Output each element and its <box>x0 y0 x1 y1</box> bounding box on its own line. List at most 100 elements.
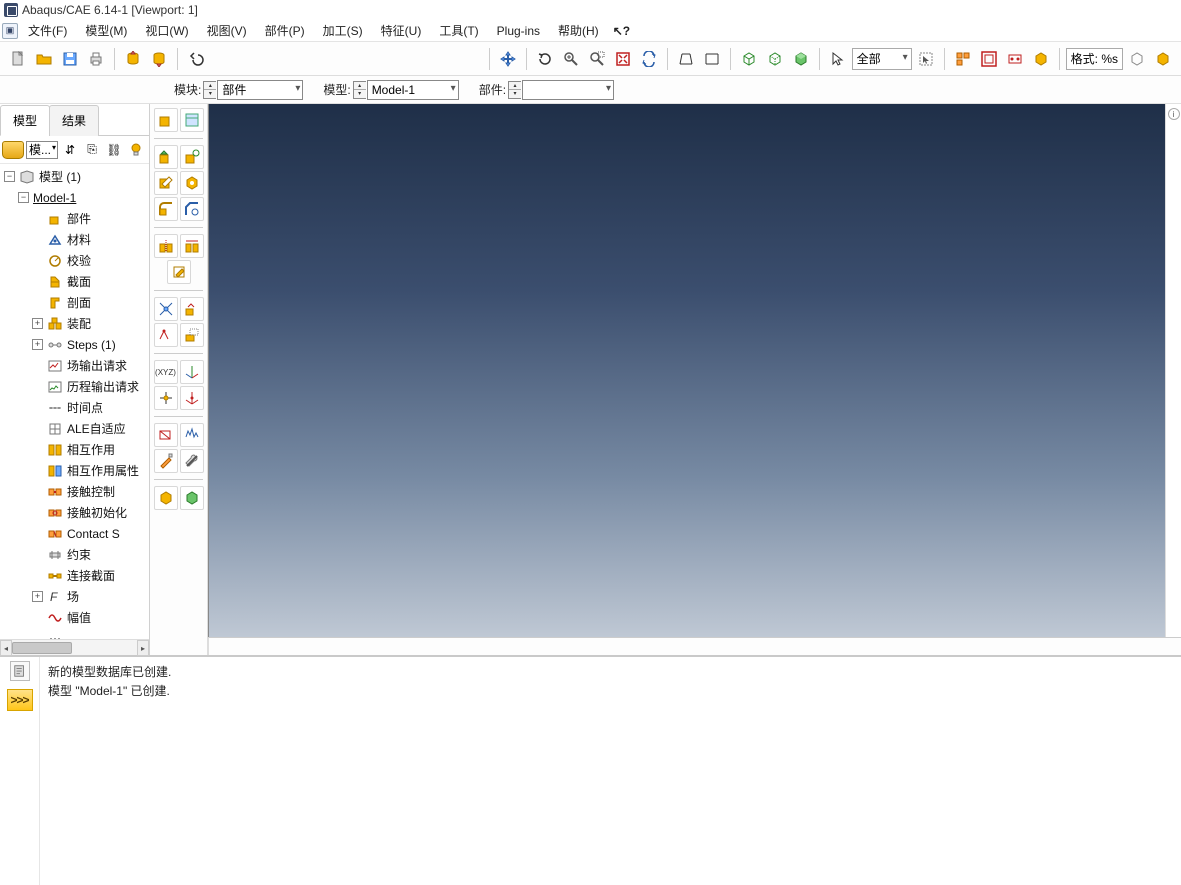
db-down-button[interactable] <box>147 47 171 71</box>
model-tree[interactable]: − 模型 (1) − Model-1 部件材料校验截面剖面+装配+Steps (… <box>0 164 149 639</box>
fit-view-button[interactable] <box>611 47 635 71</box>
color-c-button[interactable] <box>1003 47 1027 71</box>
tp-tools-button[interactable] <box>180 449 204 473</box>
scroll-thumb[interactable] <box>12 642 72 654</box>
select-inside-button[interactable] <box>914 47 938 71</box>
tp-edit-sketch-button[interactable] <box>167 260 191 284</box>
open-button[interactable] <box>32 47 56 71</box>
save-button[interactable] <box>58 47 82 71</box>
scroll-right-icon[interactable]: ▸ <box>137 640 149 656</box>
tree-filter-combo[interactable]: 模... <box>26 141 58 159</box>
info-icon[interactable]: i <box>1168 108 1180 120</box>
menu-shape[interactable]: 加工(S) <box>315 20 371 41</box>
perspective-b-button[interactable] <box>700 47 724 71</box>
tab-model[interactable]: 模型 <box>0 105 50 136</box>
tp-partition-cell-button[interactable] <box>180 297 204 321</box>
menu-help[interactable]: 帮助(H) <box>550 20 607 41</box>
menu-tools[interactable]: 工具(T) <box>431 20 486 41</box>
render-hidden-button[interactable] <box>763 47 787 71</box>
tree-collapse-icon[interactable]: ⇵ <box>60 140 80 160</box>
expander-icon[interactable]: + <box>32 591 43 602</box>
tree-bulb-icon[interactable] <box>126 140 146 160</box>
tp-datum-axis-button[interactable] <box>180 360 204 384</box>
selection-filter-combo[interactable]: 全部 <box>852 48 912 70</box>
tree-item-contacti[interactable]: 接触初始化 <box>4 502 149 523</box>
message-note-icon[interactable] <box>10 661 30 681</box>
tree-h-scrollbar[interactable]: ◂ ▸ <box>0 639 149 655</box>
print-button[interactable] <box>84 47 108 71</box>
tab-results[interactable]: 结果 <box>49 105 99 136</box>
tree-item-intprop[interactable]: 相互作用属性 <box>4 460 149 481</box>
tp-pattern-button[interactable] <box>180 234 204 258</box>
undo-button[interactable] <box>184 47 208 71</box>
tp-repair-button[interactable] <box>180 423 204 447</box>
tp-remove-face-button[interactable] <box>154 423 178 447</box>
iso-cube-b-button[interactable] <box>1151 47 1175 71</box>
tree-nav-icon[interactable]: ⎘ <box>82 140 102 160</box>
expander-icon[interactable]: − <box>18 192 29 203</box>
expander-icon[interactable]: + <box>32 339 43 350</box>
menu-part[interactable]: 部件(P) <box>257 20 313 41</box>
render-shaded-button[interactable] <box>789 47 813 71</box>
tree-root[interactable]: − 模型 (1) <box>4 166 149 187</box>
tp-geometry-edit-button[interactable] <box>154 449 178 473</box>
tree-item-part[interactable]: 部件 <box>4 208 149 229</box>
part-combo[interactable]: ▴▾ <box>522 80 614 100</box>
expander-icon[interactable]: − <box>4 171 15 182</box>
tp-round-button[interactable] <box>154 197 178 221</box>
iso-cube-a-button[interactable] <box>1125 47 1149 71</box>
tp-assembly-button[interactable] <box>154 486 178 510</box>
tree-item-assembly[interactable]: +装配 <box>4 313 149 334</box>
tp-cut-extrude-button[interactable] <box>154 171 178 195</box>
cycle-views-button[interactable] <box>637 47 661 71</box>
message-log[interactable]: 新的模型数据库已创建. 模型 "Model-1" 已创建. <box>40 657 1181 885</box>
tp-partition-face-button[interactable] <box>154 297 178 321</box>
menu-plugins[interactable]: Plug-ins <box>489 22 548 40</box>
color-a-button[interactable] <box>951 47 975 71</box>
tp-partition-edge-button[interactable] <box>154 323 178 347</box>
scroll-left-icon[interactable]: ◂ <box>0 640 12 656</box>
color-b-button[interactable] <box>977 47 1001 71</box>
tree-item-timepts[interactable]: 时间点 <box>4 397 149 418</box>
tp-create-part-button[interactable] <box>154 108 178 132</box>
tree-link-icon[interactable]: ⛓ <box>104 140 124 160</box>
render-wire-button[interactable] <box>737 47 761 71</box>
tree-model-1[interactable]: − Model-1 <box>4 187 149 208</box>
tp-chamfer-button[interactable] <box>180 197 204 221</box>
expander-icon[interactable]: + <box>32 318 43 329</box>
new-button[interactable] <box>6 47 30 71</box>
tp-mesh-button[interactable] <box>180 486 204 510</box>
tree-item-ale[interactable]: ALE自适应 <box>4 418 149 439</box>
kernel-cli-button[interactable]: >>> <box>7 689 33 711</box>
menu-model[interactable]: 模型(M) <box>77 20 135 41</box>
tp-part-manager-button[interactable] <box>180 108 204 132</box>
menu-feature[interactable]: 特征(U) <box>373 20 430 41</box>
zoom-in-button[interactable] <box>559 47 583 71</box>
tree-item-contactc[interactable]: 接触控制 <box>4 481 149 502</box>
tree-item-contacts[interactable]: Contact S <box>4 523 149 544</box>
tp-mirror-button[interactable] <box>154 234 178 258</box>
tree-item-interact[interactable]: 相互作用 <box>4 439 149 460</box>
tp-revolve-button[interactable] <box>180 145 204 169</box>
tp-extrude-button[interactable] <box>154 145 178 169</box>
app-menu-icon[interactable]: ▣ <box>2 23 18 39</box>
select-arrow-button[interactable] <box>826 47 850 71</box>
tree-item-more[interactable]: ... <box>4 628 149 639</box>
tree-item-material[interactable]: 材料 <box>4 229 149 250</box>
tree-item-field[interactable]: +F场 <box>4 586 149 607</box>
tree-item-connsec[interactable]: 连接截面 <box>4 565 149 586</box>
tp-cut-revolve-button[interactable] <box>180 171 204 195</box>
whats-this-icon[interactable]: ↖? <box>613 24 630 38</box>
tp-datum-plane-button[interactable] <box>180 323 204 347</box>
model-combo[interactable]: ▴▾ Model-1 <box>367 80 459 100</box>
tree-item-fieldout[interactable]: 场输出请求 <box>4 355 149 376</box>
viewport-1[interactable] <box>208 104 1165 637</box>
pan-button[interactable] <box>496 47 520 71</box>
color-d-button[interactable] <box>1029 47 1053 71</box>
tp-datum-csys-button[interactable]: (XYZ) <box>154 360 178 384</box>
db-icon[interactable] <box>2 141 24 159</box>
tp-ref-point-button[interactable] <box>180 386 204 410</box>
tree-item-profile[interactable]: 剖面 <box>4 292 149 313</box>
perspective-a-button[interactable] <box>674 47 698 71</box>
module-combo[interactable]: ▴▾ 部件 <box>217 80 303 100</box>
